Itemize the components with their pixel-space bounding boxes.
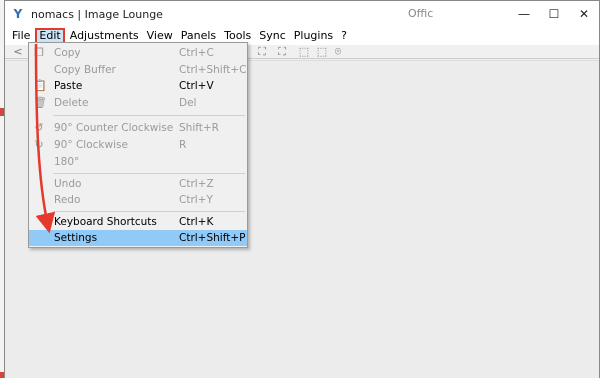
menu-item-label: 180° [54, 156, 80, 168]
menu-item-paste[interactable]: 📋 Paste Ctrl+V [29, 78, 247, 94]
menu-item-label: Keyboard Shortcuts [54, 216, 157, 228]
menu-item-shortcut: Ctrl+Shift+P [179, 232, 246, 244]
nomacs-icon: Y [13, 7, 23, 21]
rotate-ccw-icon: ↺ [34, 121, 44, 134]
back-icon[interactable]: < [11, 45, 25, 59]
title-bar: Y nomacs | Image Lounge — ☐ ✕ [5, 1, 599, 27]
menu-separator [53, 115, 245, 116]
maximize-button[interactable]: ☐ [539, 1, 569, 27]
menu-item-rotate-cw[interactable]: ↻ 90° Clockwise R [29, 137, 247, 153]
menu-item-label: Copy Buffer [54, 64, 116, 76]
delete-icon: 🗑 [33, 96, 47, 109]
menu-item-label: Undo [54, 178, 82, 190]
menu-item-label: Copy [54, 47, 81, 59]
minimize-button[interactable]: — [509, 1, 539, 27]
menu-item-shortcut: Ctrl+C [179, 47, 214, 59]
close-button[interactable]: ✕ [569, 1, 599, 27]
menu-item-undo[interactable]: Undo Ctrl+Z [29, 176, 247, 192]
background-text: Offic [408, 6, 434, 20]
menu-item-label: Redo [54, 194, 81, 206]
paste-icon: 📋 [33, 79, 47, 92]
menu-sync[interactable]: Sync [256, 28, 289, 44]
menu-item-shortcut: Del [179, 97, 197, 109]
screenshot: Y nomacs | Image Lounge — ☐ ✕ File Edit … [0, 0, 600, 378]
menu-item-shortcut: Ctrl+Shift+C [179, 64, 247, 76]
menu-item-shortcut: Shift+R [179, 122, 219, 134]
menu-item-settings[interactable]: Settings Ctrl+Shift+P [29, 230, 247, 246]
background-window-fragment: Offic [408, 0, 433, 26]
menu-item-label: 90° Counter Clockwise [54, 122, 174, 134]
menu-separator [53, 211, 245, 212]
copy-icon: ❐ [34, 46, 44, 59]
menu-item-keyboard-shortcuts[interactable]: Keyboard Shortcuts Ctrl+K [29, 214, 247, 230]
menu-plugins[interactable]: Plugins [291, 28, 336, 44]
menu-item-label: 90° Clockwise [54, 139, 128, 151]
menu-item-redo[interactable]: Redo Ctrl+Y [29, 192, 247, 208]
menu-item-rotate-ccw[interactable]: ↺ 90° Counter Clockwise Shift+R [29, 120, 247, 136]
frame-icon[interactable]: ⬚ [315, 45, 329, 59]
menu-item-label: Delete [54, 97, 89, 109]
menu-item-shortcut: R [179, 139, 187, 151]
menu-item-rotate-180[interactable]: 180° [29, 154, 247, 170]
menu-item-delete[interactable]: 🗑 Delete Del [29, 95, 247, 111]
menu-item-label: Settings [54, 232, 98, 244]
menu-item-copy[interactable]: ❐ Copy Ctrl+C [29, 45, 247, 61]
fullscreen-icon[interactable]: ⛶ [275, 45, 289, 59]
frame-icon[interactable]: ⬚ [297, 45, 311, 59]
rotate-cw-icon: ↻ [34, 138, 44, 151]
edit-menu-dropdown: ❐ Copy Ctrl+C Copy Buffer Ctrl+Shift+C 📋… [28, 42, 248, 248]
crop-icon[interactable]: ⛶ [255, 45, 269, 59]
location-pin-icon[interactable]: ⌾ [331, 45, 345, 59]
menu-item-shortcut: Ctrl+Z [179, 178, 214, 190]
window-title: nomacs | Image Lounge [31, 7, 163, 21]
menu-item-copy-buffer[interactable]: Copy Buffer Ctrl+Shift+C [29, 62, 247, 78]
menu-item-shortcut: Ctrl+Y [179, 194, 213, 206]
menu-item-label: Paste [54, 80, 83, 92]
window-controls: — ☐ ✕ [509, 1, 599, 27]
menu-item-shortcut: Ctrl+K [179, 216, 214, 228]
menu-help[interactable]: ? [338, 28, 350, 44]
menu-separator [53, 173, 245, 174]
menu-item-shortcut: Ctrl+V [179, 80, 214, 92]
